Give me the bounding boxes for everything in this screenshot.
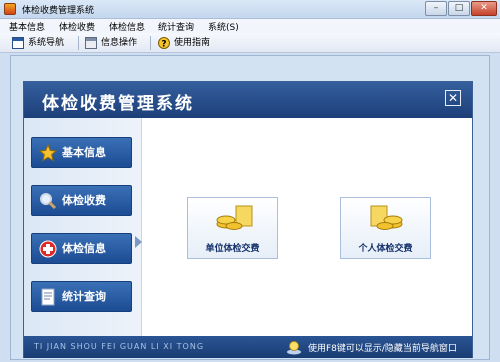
tool-system-nav-label: 系统导航 — [28, 38, 65, 48]
menu-system[interactable]: 系统(S) — [208, 20, 239, 33]
footer-pinyin: TI JIAN SHOU FEI GUAN LI XI TONG — [34, 342, 205, 351]
nav-exam-info-label: 体检信息 — [62, 242, 106, 255]
document-icon — [41, 288, 55, 306]
close-button[interactable]: ✕ — [471, 1, 497, 16]
nav-exam-fee-label: 体检收费 — [62, 194, 106, 207]
title-bar: 体检收费管理系统 – □ ✕ — [0, 0, 500, 19]
tool-system-nav[interactable]: 系统导航 — [12, 36, 64, 51]
nav-statistics[interactable]: 统计查询 — [31, 281, 132, 312]
help-icon: ? — [158, 37, 170, 49]
svg-text:?: ? — [161, 40, 166, 50]
selected-arrow-icon — [135, 236, 142, 248]
magnifier-icon — [40, 193, 57, 210]
nav-exam-info[interactable]: 体检信息 — [31, 233, 132, 264]
navigation-window-icon — [12, 37, 24, 49]
menu-exam-fee[interactable]: 体检收费 — [59, 20, 95, 33]
app-icon — [4, 3, 16, 15]
tool-info-ops-label: 信息操作 — [101, 38, 138, 48]
tool-info-ops[interactable]: 信息操作 — [85, 36, 137, 51]
nav-statistics-label: 统计查询 — [62, 290, 106, 303]
nav-exam-fee[interactable]: 体检收费 — [31, 185, 132, 216]
coins-icon — [370, 205, 403, 230]
coins-icon — [216, 205, 253, 230]
panel-close-button[interactable]: ✕ — [445, 90, 461, 106]
tool-user-guide[interactable]: ? 使用指南 — [158, 36, 210, 51]
toolbar-separator — [150, 36, 151, 50]
panel-footer: TI JIAN SHOU FEI GUAN LI XI TONG 使用F8键可以… — [24, 336, 472, 358]
menu-bar: 基本信息 体检收费 体检信息 统计查询 系统(S) — [0, 19, 500, 33]
maximize-button[interactable]: □ — [448, 1, 470, 16]
window-title: 体检收费管理系统 — [22, 6, 95, 16]
lamp-icon — [287, 341, 301, 355]
toolbar-separator — [78, 36, 79, 50]
footer-hint: 使用F8键可以显示/隐藏当前导航窗口 — [308, 344, 457, 354]
medical-cross-icon — [39, 240, 57, 258]
menu-exam-info[interactable]: 体检信息 — [109, 20, 145, 33]
menu-basic-info[interactable]: 基本信息 — [9, 20, 45, 33]
info-window-icon — [85, 37, 97, 49]
panel-header: 体检收费管理系统 ✕ — [24, 82, 472, 118]
personal-exam-payment-button[interactable]: 个人体检交费 — [340, 197, 431, 259]
personal-exam-payment-label: 个人体检交费 — [358, 244, 413, 254]
nav-basic-info-label: 基本信息 — [62, 146, 106, 159]
unit-exam-payment-label: 单位体检交费 — [205, 244, 260, 254]
menu-statistics[interactable]: 统计查询 — [158, 20, 194, 33]
minimize-button[interactable]: – — [425, 1, 447, 16]
nav-sidebar: 基本信息 体检收费 体检信息 统计查询 — [24, 118, 142, 336]
star-icon — [39, 144, 57, 162]
panel-title: 体检收费管理系统 — [42, 94, 194, 114]
unit-exam-payment-button[interactable]: 单位体检交费 — [187, 197, 278, 259]
content-area: 单位体检交费 个人体检交费 — [143, 118, 472, 336]
navigation-panel: 体检收费管理系统 ✕ 基本信息 体检收费 体检信息 统计查询 单位体检交费 个人… — [23, 81, 473, 358]
tool-user-guide-label: 使用指南 — [174, 38, 211, 48]
toolbar: 系统导航 信息操作 ? 使用指南 — [0, 33, 500, 53]
nav-basic-info[interactable]: 基本信息 — [31, 137, 132, 168]
